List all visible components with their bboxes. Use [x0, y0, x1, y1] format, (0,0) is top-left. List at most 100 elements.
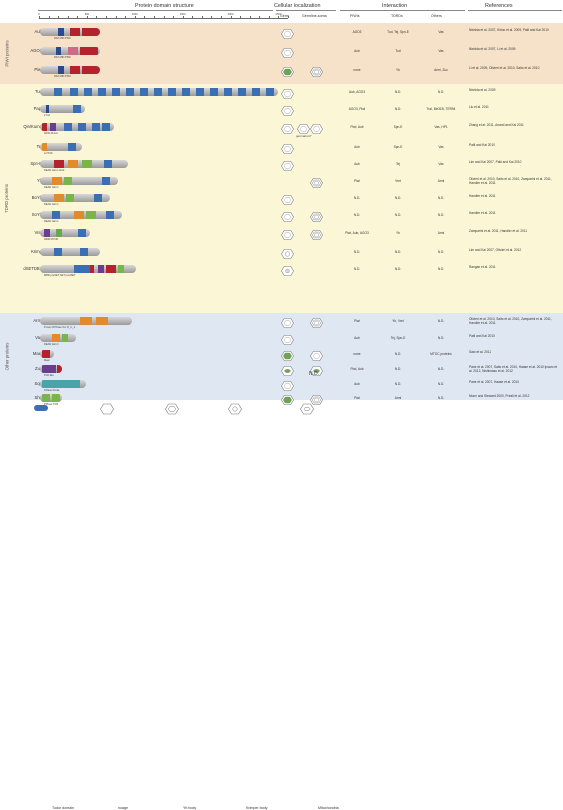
domain-segment — [44, 229, 50, 237]
protein-row: AGO3 PAZ MID PIWI Aub Tud Vas Nishida et al. … — [0, 46, 563, 62]
germ-localization-icon — [281, 381, 294, 391]
domain-segment — [68, 160, 78, 168]
tudor-domain — [73, 105, 81, 113]
germ-localization-icon — [281, 161, 294, 171]
protein-name: Tej — [20, 144, 42, 149]
domain-labels: RRM MYND — [44, 238, 59, 241]
germ-localization-icon — [281, 249, 294, 259]
domain-segment — [70, 28, 80, 36]
interaction-others: N.D. — [437, 319, 445, 323]
domain-bar — [40, 380, 86, 388]
tudor-domain — [154, 88, 162, 96]
domain-bar — [40, 143, 82, 151]
interaction-tdrds: N.D. — [394, 267, 402, 271]
domain-labels: DEAD Hel-C — [44, 186, 59, 189]
yb-body-legend-icon — [165, 403, 179, 415]
header-tdrds: TDRDs — [391, 14, 403, 18]
tudor-domain — [252, 88, 260, 96]
interaction-piwis: N.D. — [353, 196, 361, 200]
interaction-piwis: Aub — [354, 382, 360, 386]
domain-labels: LOTUS — [44, 152, 53, 155]
scale-tick-label: 2000 — [227, 13, 234, 16]
tudor-domain — [224, 88, 232, 96]
interaction-tdrds: Yb, Vret — [392, 319, 404, 323]
reference-text: Olivieri et al. 2010, Saito et al. 2010,… — [469, 317, 552, 326]
interaction-others: Vas — [438, 49, 444, 53]
interaction-piwis: none — [353, 68, 361, 72]
domain-bar — [40, 88, 278, 96]
protein-name: BoYb — [31, 195, 42, 200]
germ-localization-icon — [281, 144, 294, 154]
domain-segment — [82, 66, 100, 74]
domain-segment — [64, 177, 72, 185]
protein-row: Qin/Kumo RING B-box germarium* Piwi, Aub Spn… — [0, 122, 563, 138]
domain-labels: 2 KH — [44, 114, 50, 117]
domain-labels: P-loop NTPase Uvr D_C_2 — [44, 326, 76, 329]
interaction-others: Vas — [438, 145, 444, 149]
tudor-domain — [54, 248, 62, 256]
interaction-others: Armi — [437, 179, 445, 183]
interaction-tdrds: N.D. — [394, 250, 402, 254]
domain-labels: Mael — [44, 359, 50, 362]
interaction-piwis: N.D. — [353, 250, 361, 254]
domain-segment — [68, 47, 78, 55]
scale-tick — [201, 16, 203, 18]
protein-name: Aub — [34, 29, 42, 34]
reference-text: Pane et al. 2007, Haase et al. 2010 — [469, 380, 519, 384]
tudor-domain — [112, 88, 120, 96]
domain-bar — [40, 194, 110, 202]
header-domain-structure: Protein domain structure — [135, 3, 194, 9]
scale-tick — [67, 16, 69, 18]
germline-soma-localization-icon — [310, 230, 323, 240]
protein-name: Tud — [34, 89, 42, 94]
germ-localization-icon — [281, 29, 294, 39]
reference-text: Handler et al. 2011 — [469, 194, 496, 198]
tudor-domain — [102, 123, 110, 131]
interaction-tdrds: Tud — [395, 49, 401, 53]
header-references: References — [485, 3, 513, 9]
reference-text: Zamparini et al. 2011, Handler et al. 20… — [469, 229, 528, 233]
domain-segment — [74, 211, 84, 219]
domain-bar — [40, 265, 136, 273]
reference-text: Nishida et al. 2007, Li et al. 2009 — [469, 47, 516, 51]
protein-row: Krimp N.D. N.D. N.D. Lim and Kai 2007, Olivi… — [0, 247, 563, 263]
germ-localization-icon — [281, 230, 294, 240]
scale-tick — [288, 16, 289, 18]
germ-localization-icon — [281, 89, 294, 99]
tudor-domain — [196, 88, 204, 96]
reference-text: Liu et al. 2011 — [469, 105, 489, 109]
protein-row: Vret RRM MYND Piwi, Aub, AGO3 Yb Armi Zampari… — [0, 228, 563, 244]
interaction-others: Vas — [438, 30, 444, 34]
interaction-others: MTOC proteins — [430, 352, 452, 356]
scale-tick — [106, 16, 108, 18]
interaction-tdrds: Yb — [396, 231, 400, 235]
domain-labels: PAZ MID PIWI — [54, 56, 71, 59]
interaction-others: Armi — [437, 231, 445, 235]
header-rule-references — [468, 10, 562, 11]
domain-segment — [42, 365, 56, 373]
germline-soma-localization-icon — [310, 351, 323, 361]
interaction-others: N.D. — [437, 367, 445, 371]
interaction-tdrds: Tej, Spn-E — [390, 336, 406, 340]
reference-text: Lim and Kai 2007, Olivieri et al. 2012 — [469, 248, 522, 252]
germ-localization-icon — [281, 266, 294, 276]
germline-soma-nd: N.D. — [309, 371, 319, 377]
scale-tick — [125, 16, 127, 18]
interaction-piwis: Piwi, Aub — [350, 367, 364, 371]
scale-tick — [230, 16, 232, 18]
interaction-others: Vas, HP1 — [434, 125, 448, 129]
domain-segment — [82, 28, 100, 36]
domain-segment — [82, 160, 92, 168]
domain-segment — [62, 334, 68, 342]
tudor-domain — [126, 88, 134, 96]
reference-text: Nishida et al. 2009 — [469, 88, 496, 92]
domain-labels: PAZ MID PIWI — [54, 75, 71, 78]
protein-row: Papi 2 KH AGO3, Piwi N.D. Tral, Me31B, TER94… — [0, 104, 563, 120]
protein-name: Piwi — [34, 67, 42, 72]
domain-labels: DEAD Hel-C — [44, 203, 59, 206]
header-rule-interaction — [340, 10, 465, 11]
domain-segment — [90, 265, 94, 273]
interaction-tdrds: Spn-E — [393, 125, 403, 129]
protein-row: Aub PAZ MID PIWI AGO3 Tud, Tej, Spn-E Vas Nis… — [0, 27, 563, 43]
protein-row: dSETDB1 MBD preSET SET postSET N.D. N.D. N.D… — [0, 264, 563, 280]
